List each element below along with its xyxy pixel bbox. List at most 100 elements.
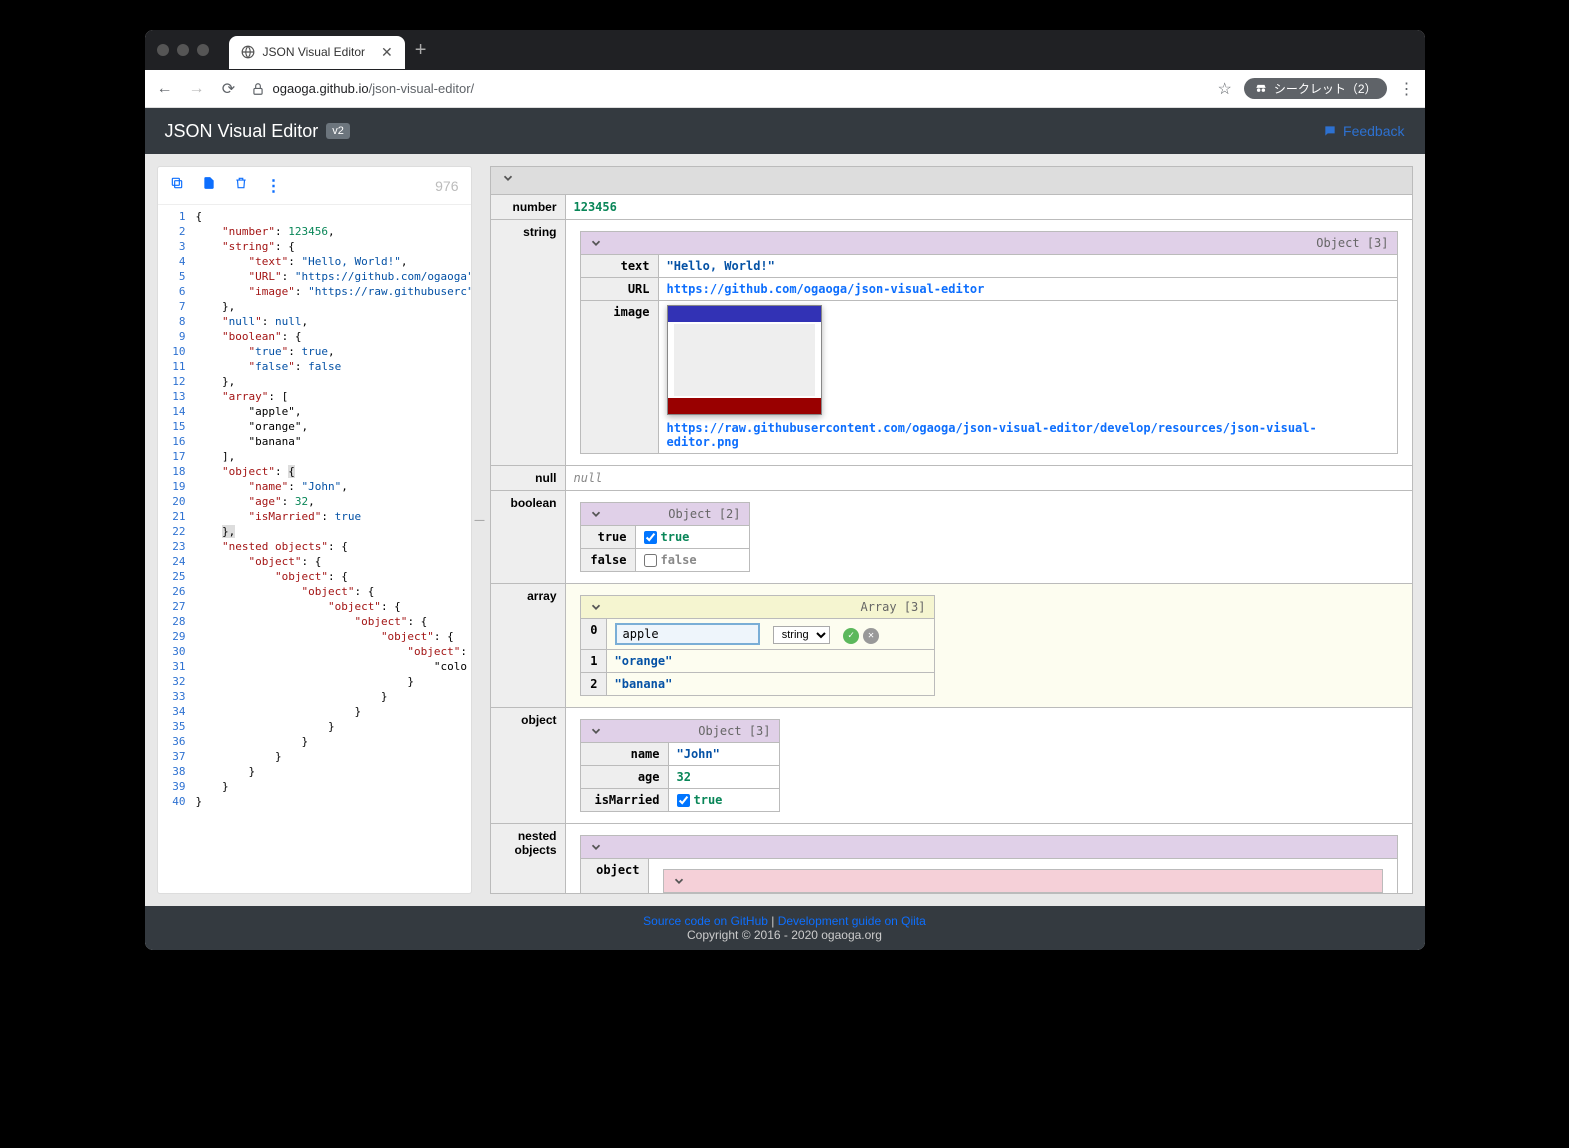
val-false[interactable]: false (636, 549, 749, 571)
val-url[interactable]: https://github.com/ogaoga/json-visual-ed… (659, 278, 1397, 300)
forward-button: → (187, 80, 207, 98)
back-button[interactable]: ← (155, 80, 175, 98)
index-0: 0 (581, 619, 607, 649)
key-text: text (581, 255, 659, 277)
cancel-edit-button[interactable]: ✕ (863, 628, 879, 644)
key-string: string (491, 220, 566, 465)
nested-box-1: object (580, 835, 1398, 894)
close-tab-icon[interactable]: ✕ (381, 44, 393, 61)
row-nested: nested objects object (491, 824, 1412, 894)
key-image: image (581, 301, 659, 453)
url-field[interactable]: ogaoga.github.io/json-visual-editor/ (251, 81, 1206, 96)
val-text[interactable]: "Hello, World!" (659, 255, 1397, 277)
row-boolean: boolean Object [2] true true false (491, 491, 1412, 584)
object-header[interactable]: Object [3] (581, 720, 779, 743)
minimize-window-icon[interactable] (177, 44, 189, 56)
confirm-edit-button[interactable]: ✓ (843, 628, 859, 644)
val-array-1[interactable]: "orange" (607, 650, 934, 672)
browser-titlebar: JSON Visual Editor ✕ + (145, 30, 1425, 70)
key-false: false (581, 549, 636, 571)
key-object: object (491, 708, 566, 823)
root-collapse[interactable] (491, 167, 1412, 195)
app-title: JSON Visual Editor v2 (165, 121, 350, 142)
edit-input-array-0[interactable] (615, 623, 760, 645)
delete-button[interactable] (234, 176, 248, 196)
app-header: JSON Visual Editor v2 Feedback (145, 108, 1425, 154)
more-button[interactable]: ⋮ (266, 176, 282, 196)
key-nested-obj: object (581, 859, 649, 894)
checkbox-true[interactable] (644, 531, 657, 544)
reload-button[interactable]: ⟳ (219, 79, 239, 99)
key-boolean: boolean (491, 491, 566, 583)
key-url: URL (581, 278, 659, 300)
maximize-window-icon[interactable] (197, 44, 209, 56)
object-box: Object [3] name "John" age 32 isMarried (580, 719, 780, 812)
row-object: object Object [3] name "John" age (491, 708, 1412, 824)
key-name: name (581, 743, 669, 765)
comment-icon (1323, 124, 1337, 138)
nested-header-1[interactable] (581, 836, 1397, 859)
checkbox-married[interactable] (677, 794, 690, 807)
source-link[interactable]: Source code on GitHub (643, 914, 768, 928)
version-badge: v2 (326, 123, 350, 139)
code-content[interactable]: { "number": 123456, "string": { "text": … (196, 205, 471, 893)
editor-panel: ⋮ 976 1234567891011121314151617181920212… (157, 166, 472, 894)
image-url-link[interactable]: https://raw.githubusercontent.com/ogaoga… (667, 421, 1317, 449)
string-object-box: Object [3] text "Hello, World!" URL http… (580, 231, 1398, 454)
row-number: number 123456 (491, 195, 1412, 220)
close-window-icon[interactable] (157, 44, 169, 56)
val-image: https://raw.githubusercontent.com/ogaoga… (659, 301, 1397, 453)
main-content: ⋮ 976 1234567891011121314151617181920212… (145, 154, 1425, 906)
row-string: string Object [3] text "Hello, World!" U… (491, 220, 1412, 466)
key-age: age (581, 766, 669, 788)
panel-splitter[interactable] (478, 154, 484, 906)
key-married: isMarried (581, 789, 669, 811)
boolean-object-box: Object [2] true true false false (580, 502, 750, 572)
key-nested: nested objects (491, 824, 566, 894)
index-1: 1 (581, 650, 607, 672)
tab-title: JSON Visual Editor (263, 45, 366, 59)
browser-urlbar: ← → ⟳ ogaoga.github.io/json-visual-edito… (145, 70, 1425, 108)
browser-tab[interactable]: JSON Visual Editor ✕ (229, 36, 405, 69)
val-array-2[interactable]: "banana" (607, 673, 934, 695)
editor-toolbar: ⋮ 976 (158, 167, 471, 205)
nested-header-2[interactable] (664, 870, 1382, 893)
chevron-down-icon (501, 171, 515, 185)
new-tab-button[interactable]: + (415, 39, 427, 62)
key-number: number (491, 195, 566, 219)
val-true[interactable]: true (636, 526, 749, 548)
checkbox-false[interactable] (644, 554, 657, 567)
key-null: null (491, 466, 566, 490)
copyright: Copyright © 2016 - 2020 ogaoga.org (687, 928, 882, 942)
string-object-header[interactable]: Object [3] (581, 232, 1397, 255)
chevron-down-icon (589, 600, 603, 614)
browser-menu-icon[interactable]: ⋮ (1399, 79, 1415, 99)
guide-link[interactable]: Development guide on Qiita (778, 914, 926, 928)
globe-icon (241, 45, 255, 59)
code-editor[interactable]: 1234567891011121314151617181920212223242… (158, 205, 471, 893)
row-null: null null (491, 466, 1412, 491)
val-array-0: string ✓ ✕ (607, 619, 934, 649)
feedback-link[interactable]: Feedback (1323, 123, 1404, 139)
val-married[interactable]: true (669, 789, 779, 811)
val-age[interactable]: 32 (669, 766, 779, 788)
index-2: 2 (581, 673, 607, 695)
array-header[interactable]: Array [3] (581, 596, 934, 619)
boolean-header[interactable]: Object [2] (581, 503, 749, 526)
key-true: true (581, 526, 636, 548)
row-array: array Array [3] 0 string (491, 584, 1412, 708)
save-button[interactable] (202, 176, 216, 196)
chevron-down-icon (589, 840, 603, 854)
footer: Source code on GitHub | Development guid… (145, 906, 1425, 950)
val-name[interactable]: "John" (669, 743, 779, 765)
val-null[interactable]: null (566, 466, 1412, 490)
type-select[interactable]: string (773, 626, 830, 644)
val-number[interactable]: 123456 (566, 195, 1412, 219)
browser-window: JSON Visual Editor ✕ + ← → ⟳ ogaoga.gith… (145, 30, 1425, 950)
image-preview[interactable] (667, 305, 822, 415)
key-array: array (491, 584, 566, 707)
copy-button[interactable] (170, 176, 184, 196)
bookmark-icon[interactable]: ☆ (1217, 79, 1231, 99)
incognito-badge: シークレット（2） (1244, 78, 1387, 99)
char-count: 976 (435, 178, 458, 194)
